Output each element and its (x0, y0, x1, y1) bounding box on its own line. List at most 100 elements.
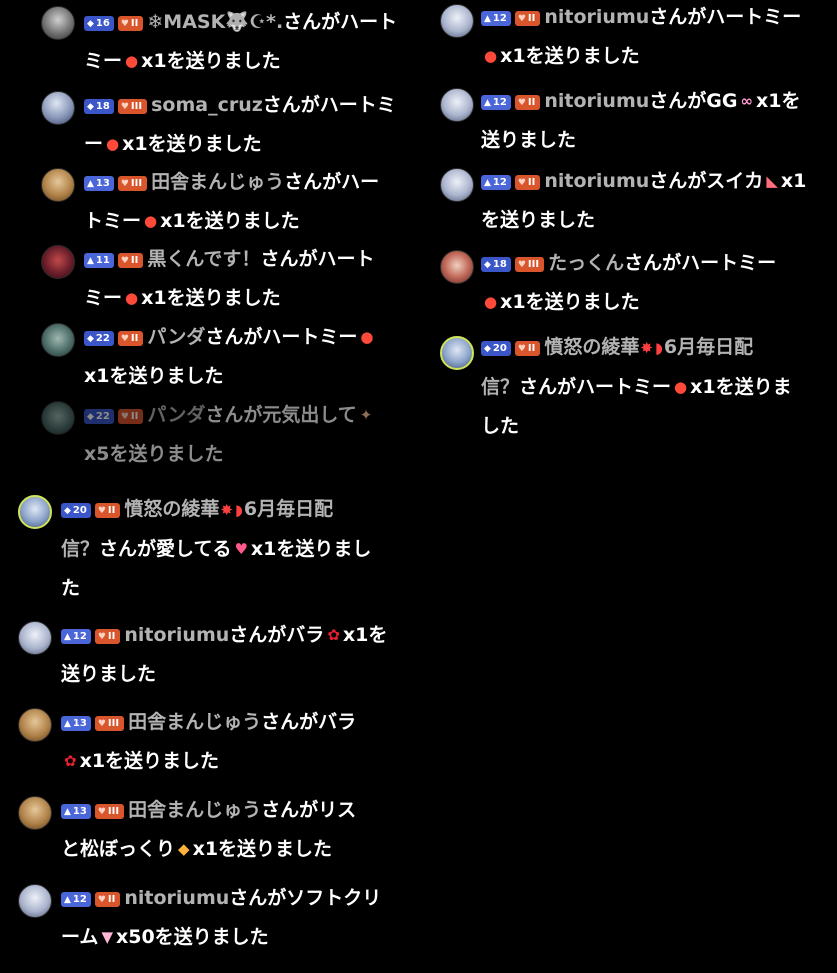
gift-count-text: x1を送りました (122, 133, 262, 155)
fan-badge: ♥ II (514, 11, 541, 26)
diamond-icon: ◆ (484, 260, 491, 270)
fan-badge: ♥ II (117, 253, 144, 268)
user-avatar[interactable] (440, 88, 474, 122)
username[interactable]: soma_cruz (151, 94, 263, 116)
user-avatar[interactable] (41, 245, 75, 279)
heart-icon: ♥ (517, 178, 526, 188)
chat-panel-bottom: ◆ 20 ♥ II 憤怒の綾華✸ ◗6月毎日配 信？さんが愛してる ♥ x1を送りました ▲ 12… (0, 478, 460, 973)
heart-icon: ♥ (120, 19, 129, 29)
fan-icon: ◗ (234, 501, 243, 519)
gift-count-text: x5を送りました (84, 443, 224, 465)
username[interactable]: たっくん (548, 252, 624, 274)
gift-count-text: x1を送りました (160, 210, 300, 232)
username[interactable]: パンダ (147, 326, 205, 348)
user-avatar[interactable] (18, 796, 52, 830)
username[interactable]: nitoriumu (544, 170, 649, 192)
heart-icon: ♥ (97, 506, 106, 516)
user-avatar[interactable] (18, 708, 52, 742)
fan-badge: ♥ III (94, 804, 125, 819)
apple-icon: ● (360, 328, 374, 346)
fan-icon: ◗ (654, 339, 663, 357)
gift-count-text: x1を送りました (141, 50, 281, 72)
user-avatar[interactable] (18, 884, 52, 918)
gift-count-text: x1を (342, 624, 388, 646)
username[interactable]: 6月毎日配 (244, 498, 333, 520)
username[interactable]: 信？ (481, 376, 519, 398)
username[interactable]: nitoriumu (544, 90, 649, 112)
heart-icon: ♥ (517, 14, 526, 24)
username[interactable]: 田舎まんじゅう (128, 799, 261, 821)
message-text: さんがハー (284, 171, 380, 193)
message-text: 送りました (481, 129, 577, 151)
message-text: 送りました (61, 663, 157, 685)
username[interactable]: ❄MASK🐺☪*. (147, 11, 283, 33)
gift-count-text: x1を (756, 90, 801, 112)
anger-icon: ✸ (220, 501, 233, 519)
watermelon-gift-icon: ◣ (766, 172, 778, 190)
heart-icon: ♥ (97, 719, 106, 729)
message-text: トミー (84, 210, 142, 232)
username[interactable]: 6月毎日配 (664, 336, 753, 358)
apple-icon: ● (125, 289, 139, 307)
heart-icon: ♥ (97, 807, 106, 817)
triangle-icon: ▲ (87, 179, 94, 189)
level-badge: ◆ 22 (84, 409, 114, 424)
gg-gift-icon: ∞ (740, 92, 754, 110)
user-avatar[interactable] (440, 250, 474, 284)
user-avatar[interactable] (440, 4, 474, 38)
username[interactable]: nitoriumu (124, 887, 229, 909)
heart-icon: ♥ (120, 102, 129, 112)
username[interactable]: 田舎まんじゅう (128, 711, 261, 733)
user-avatar[interactable] (41, 168, 75, 202)
user-avatar[interactable] (41, 6, 75, 40)
user-avatar[interactable] (41, 401, 75, 435)
username[interactable]: 田舎まんじゅう (151, 171, 284, 193)
message-text: さんがハートミー (649, 6, 802, 28)
user-avatar[interactable] (41, 323, 75, 357)
heart-icon: ♥ (517, 344, 526, 354)
heart-icon: ♥ (517, 98, 526, 108)
user-avatar[interactable] (440, 168, 474, 202)
fan-badge: ♥ II (117, 331, 144, 346)
diamond-icon: ◆ (87, 19, 94, 29)
user-avatar[interactable] (440, 336, 474, 370)
gift-count-text: x1を送りました (192, 838, 333, 860)
level-badge: ◆ 20 (61, 503, 91, 518)
gift-count-text: x1を送りま (690, 376, 792, 398)
username[interactable]: 信？ (61, 538, 99, 560)
diamond-icon: ◆ (64, 506, 71, 516)
message-text: ミー (84, 287, 123, 309)
apple-icon: ● (484, 47, 498, 65)
user-avatar[interactable] (41, 91, 75, 125)
triangle-icon: ▲ (64, 632, 71, 642)
username[interactable]: nitoriumu (124, 624, 229, 646)
message-text: さんがバラ (261, 711, 357, 733)
apple-icon: ● (125, 52, 139, 70)
energy-gift-icon: ✦ (359, 406, 373, 424)
message-text: さんが愛してる (99, 538, 232, 560)
gift-count-text: x1を送りました (141, 287, 281, 309)
level-badge: ▲ 12 (61, 892, 91, 907)
gift-count-text: x1を送りまし (250, 538, 372, 560)
heart-icon: ♥ (517, 260, 526, 270)
level-badge: ▲ 11 (84, 253, 114, 268)
user-avatar[interactable] (18, 621, 52, 655)
username[interactable]: 黒くんです！ (147, 248, 260, 270)
user-avatar[interactable] (18, 495, 52, 529)
fan-badge: ♥ II (514, 175, 541, 190)
chat-panel-top-right: ▲ 12 ♥ II nitoriumuさんがハートミー ● x1を送りました ▲ 12 ♥ II n… (424, 0, 837, 468)
username[interactable]: パンダ (147, 404, 205, 426)
heart-icon: ♥ (120, 412, 129, 422)
username[interactable]: 憤怒の綾華 (544, 336, 639, 358)
gift-count-text: x50を送りました (115, 926, 269, 948)
username[interactable]: 憤怒の綾華 (124, 498, 219, 520)
level-badge: ▲ 12 (61, 629, 91, 644)
fan-badge: ♥ III (94, 716, 125, 731)
gift-count-text: x1を送りました (79, 750, 220, 772)
message-text: さんがハート (260, 248, 375, 270)
heart-icon: ♥ (97, 632, 106, 642)
chat-panel-top-left: ◆ 16 ♥ II ❄MASK🐺☪*.さんがハート ミー ● x1を送りました ◆ 18 ♥ III… (0, 0, 418, 468)
triangle-icon: ▲ (484, 14, 491, 24)
username[interactable]: nitoriumu (544, 6, 649, 28)
diamond-icon: ◆ (87, 102, 94, 112)
